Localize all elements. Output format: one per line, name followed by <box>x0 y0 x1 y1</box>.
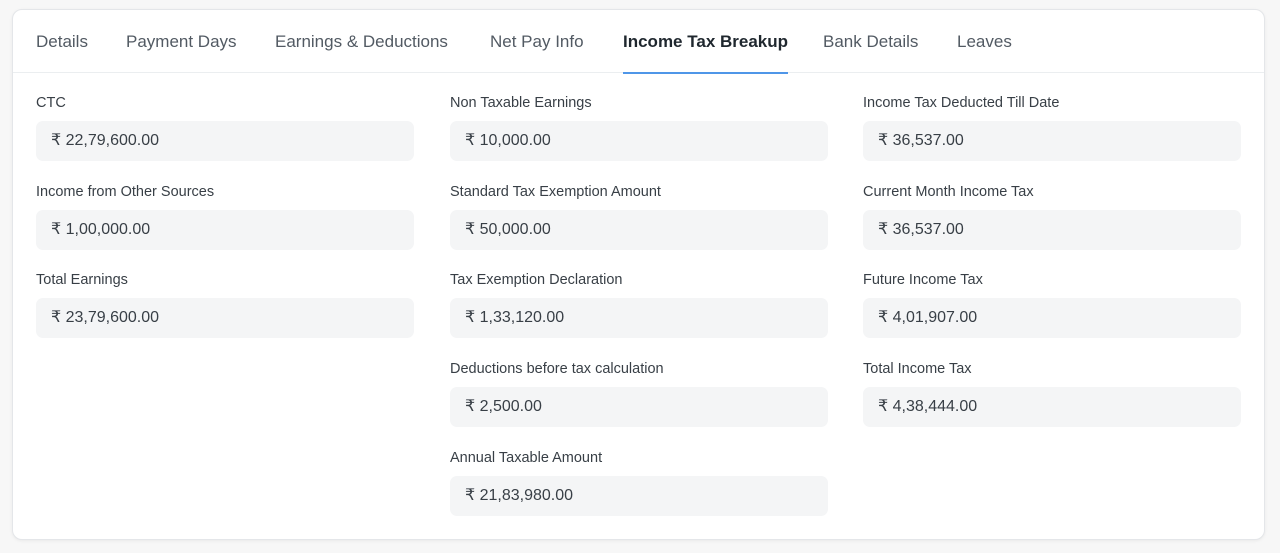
field-value[interactable]: ₹ 36,537.00 <box>863 210 1241 250</box>
field-label: Non Taxable Earnings <box>450 95 592 111</box>
field-value[interactable]: ₹ 2,500.00 <box>450 387 828 427</box>
field-label: Income Tax Deducted Till Date <box>863 95 1060 111</box>
field-annual-taxable-amount: Annual Taxable Amount ₹ 21,83,980.00 <box>450 449 828 516</box>
field-value[interactable]: ₹ 10,000.00 <box>450 121 828 161</box>
field-total-income-tax: Total Income Tax ₹ 4,38,444.00 <box>863 360 1241 427</box>
field-label: Total Income Tax <box>863 361 972 377</box>
field-value[interactable]: ₹ 4,01,907.00 <box>863 298 1241 338</box>
field-income-other-sources: Income from Other Sources ₹ 1,00,000.00 <box>36 183 414 250</box>
page-background: Details Payment Days Earnings & Deductio… <box>0 0 1280 553</box>
tab-details[interactable]: Details <box>36 10 88 73</box>
tab-leaves[interactable]: Leaves <box>957 10 1012 73</box>
field-future-income-tax: Future Income Tax ₹ 4,01,907.00 <box>863 271 1241 338</box>
field-value[interactable]: ₹ 22,79,600.00 <box>36 121 414 161</box>
field-value[interactable]: ₹ 1,00,000.00 <box>36 210 414 250</box>
field-label: Current Month Income Tax <box>863 184 1034 200</box>
tab-earnings-deductions[interactable]: Earnings & Deductions <box>275 10 448 73</box>
field-income-tax-deducted: Income Tax Deducted Till Date ₹ 36,537.0… <box>863 94 1241 161</box>
tab-income-tax-breakup-label: Income Tax Breakup <box>623 32 789 51</box>
field-non-taxable-earnings: Non Taxable Earnings ₹ 10,000.00 <box>450 94 828 161</box>
field-label: Annual Taxable Amount <box>450 450 603 466</box>
tab-earnings-deductions-label: Earnings & Deductions <box>275 32 448 51</box>
tab-bank-details[interactable]: Bank Details <box>823 10 918 73</box>
tab-payment-days[interactable]: Payment Days <box>126 10 237 73</box>
field-value[interactable]: ₹ 1,33,120.00 <box>450 298 828 338</box>
field-label: CTC <box>36 95 66 111</box>
field-standard-tax-exemption: Standard Tax Exemption Amount ₹ 50,000.0… <box>450 183 828 250</box>
tab-leaves-label: Leaves <box>957 32 1012 51</box>
field-current-month-income-tax: Current Month Income Tax ₹ 36,537.00 <box>863 183 1241 250</box>
tab-payment-days-label: Payment Days <box>126 32 237 51</box>
tab-income-tax-breakup[interactable]: Income Tax Breakup <box>623 10 789 74</box>
field-label: Income from Other Sources <box>36 184 215 200</box>
field-label: Future Income Tax <box>863 272 983 288</box>
field-label: Total Earnings <box>36 272 128 288</box>
salary-slip-card: Details Payment Days Earnings & Deductio… <box>12 9 1265 540</box>
tab-net-pay-info[interactable]: Net Pay Info <box>490 10 584 73</box>
field-label: Standard Tax Exemption Amount <box>450 184 661 200</box>
tab-net-pay-info-label: Net Pay Info <box>490 32 584 51</box>
field-ctc: CTC ₹ 22,79,600.00 <box>36 94 414 161</box>
field-value[interactable]: ₹ 23,79,600.00 <box>36 298 414 338</box>
field-label: Deductions before tax calculation <box>450 361 664 377</box>
field-value[interactable]: ₹ 50,000.00 <box>450 210 828 250</box>
field-deductions-before-tax: Deductions before tax calculation ₹ 2,50… <box>450 360 828 427</box>
field-label: Tax Exemption Declaration <box>450 272 623 288</box>
tab-details-label: Details <box>36 32 88 51</box>
tab-bank-details-label: Bank Details <box>823 32 919 51</box>
tab-bar: Details Payment Days Earnings & Deductio… <box>13 10 1264 74</box>
field-value[interactable]: ₹ 4,38,444.00 <box>863 387 1241 427</box>
field-total-earnings: Total Earnings ₹ 23,79,600.00 <box>36 271 414 338</box>
field-tax-exemption-declaration: Tax Exemption Declaration ₹ 1,33,120.00 <box>450 271 828 338</box>
field-value[interactable]: ₹ 36,537.00 <box>863 121 1241 161</box>
field-value[interactable]: ₹ 21,83,980.00 <box>450 476 828 516</box>
